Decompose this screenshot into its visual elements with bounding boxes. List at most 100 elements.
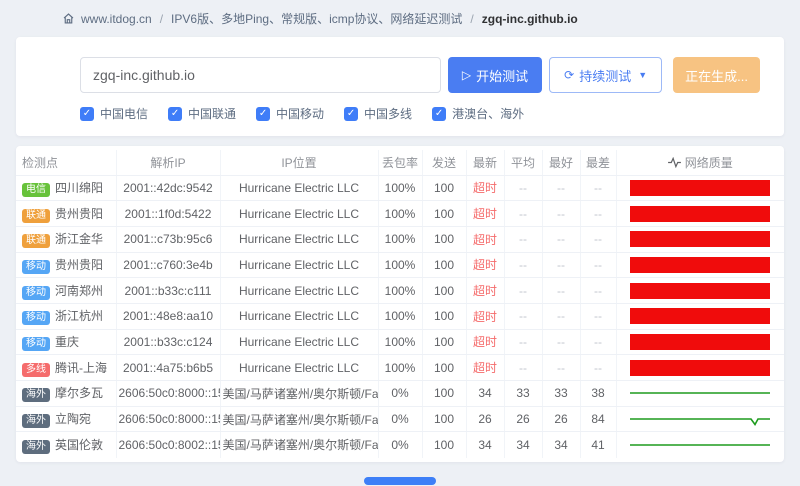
breadcrumb-separator: / <box>160 12 163 26</box>
node-cell: 海外摩尔多瓦 <box>16 381 116 407</box>
node-cell: 多线腾讯-上海 <box>16 355 116 381</box>
carrier-badge: 电信 <box>22 183 50 197</box>
generating-status-label: 正在生成... <box>685 66 748 85</box>
carrier-badge: 海外 <box>22 440 50 454</box>
avg-cell: -- <box>504 329 542 355</box>
carrier-badge: 多线 <box>22 363 50 377</box>
quality-bar-timeout <box>630 231 770 247</box>
sent-cell: 100 <box>422 355 466 381</box>
worst-cell: -- <box>580 175 616 201</box>
start-test-button[interactable]: ▷ 开始测试 <box>448 57 542 93</box>
worst-cell: -- <box>580 329 616 355</box>
carrier-badge: 移动 <box>22 337 50 351</box>
worst-cell: -- <box>580 252 616 278</box>
quality-cell <box>616 252 784 278</box>
node-name: 摩尔多瓦 <box>55 386 103 400</box>
column-header-label: 网络质量 <box>685 154 733 171</box>
best-cell: -- <box>542 252 580 278</box>
checkbox-checked-icon[interactable]: ✓ <box>80 107 94 121</box>
carrier-badge: 移动 <box>22 286 50 300</box>
worst-cell: -- <box>580 278 616 304</box>
best-cell: -- <box>542 329 580 355</box>
carrier-checkbox-item[interactable]: ✓中国联通 <box>168 105 236 122</box>
play-icon: ▷ <box>462 69 471 81</box>
ip-cell: 2001::42dc:9542 <box>116 175 220 201</box>
table-row: 移动浙江杭州2001::48e8:aa10Hurricane Electric … <box>16 303 784 329</box>
worst-cell: 84 <box>580 406 616 432</box>
latest-cell: 超时 <box>466 329 504 355</box>
location-cell: Hurricane Electric LLC <box>220 201 378 227</box>
breadcrumb-separator: / <box>470 12 473 26</box>
location-cell: Hurricane Electric LLC <box>220 175 378 201</box>
ip-cell: 2001::c760:3e4b <box>116 252 220 278</box>
loss-cell: 0% <box>378 432 422 458</box>
ip-cell: 2001::48e8:aa10 <box>116 303 220 329</box>
table-row: 电信四川绵阳2001::42dc:9542Hurricane Electric … <box>16 175 784 201</box>
column-header: 发送 <box>422 150 466 175</box>
node-cell: 移动重庆 <box>16 329 116 355</box>
sent-cell: 100 <box>422 303 466 329</box>
latest-cell: 超时 <box>466 226 504 252</box>
latest-cell: 超时 <box>466 175 504 201</box>
breadcrumb-path[interactable]: IPV6版、多地Ping、常规版、icmp协议、网络延迟测试 <box>171 10 462 27</box>
checkbox-checked-icon[interactable]: ✓ <box>168 107 182 121</box>
location-cell: Hurricane Electric LLC <box>220 278 378 304</box>
checkbox-checked-icon[interactable]: ✓ <box>256 107 270 121</box>
worst-cell: -- <box>580 303 616 329</box>
home-icon <box>62 12 75 25</box>
carrier-checkbox-item[interactable]: ✓ 港澳台、海外 <box>432 105 524 122</box>
column-header: 最好 <box>542 150 580 175</box>
sent-cell: 100 <box>422 201 466 227</box>
node-cell: 电信四川绵阳 <box>16 175 116 201</box>
node-name: 立陶宛 <box>55 412 91 426</box>
best-cell: -- <box>542 355 580 381</box>
carrier-checkbox-item[interactable]: ✓中国多线 <box>344 105 412 122</box>
node-cell: 移动贵州贵阳 <box>16 252 116 278</box>
scrollbar-thumb[interactable] <box>364 477 436 485</box>
location-cell: 美国/马萨诸塞州/奥尔斯顿/Fastly, Inc. <box>220 406 378 432</box>
ip-cell: 2001::1f0d:5422 <box>116 201 220 227</box>
carrier-checkbox-item[interactable]: ✓ 中国电信 <box>80 105 148 122</box>
table-row: 联通贵州贵阳2001::1f0d:5422Hurricane Electric … <box>16 201 784 227</box>
avg-cell: -- <box>504 303 542 329</box>
worst-cell: -- <box>580 201 616 227</box>
breadcrumb-site[interactable]: www.itdog.cn <box>81 12 152 26</box>
ip-cell: 2606:50c0:8000::153 <box>116 406 220 432</box>
column-header: 网络质量 <box>616 150 784 175</box>
carrier-checkbox-label: 中国电信 <box>100 105 148 122</box>
quality-bar-timeout <box>630 360 770 376</box>
carrier-badge: 海外 <box>22 414 50 428</box>
checkbox-checked-icon[interactable]: ✓ <box>432 107 446 121</box>
carrier-checkbox-label: 港澳台、海外 <box>452 105 524 122</box>
location-cell: Hurricane Electric LLC <box>220 226 378 252</box>
latest-cell: 34 <box>466 432 504 458</box>
start-test-label: 开始测试 <box>476 66 528 85</box>
table-row: 移动贵州贵阳2001::c760:3e4bHurricane Electric … <box>16 252 784 278</box>
node-cell: 移动浙江杭州 <box>16 303 116 329</box>
node-cell: 联通浙江金华 <box>16 226 116 252</box>
host-input[interactable] <box>80 57 441 93</box>
results-table-card: 检测点解析IPIP位置丢包率发送最新平均最好最差网络质量 电信四川绵阳2001:… <box>16 146 784 462</box>
avg-cell: -- <box>504 252 542 278</box>
latest-cell: 超时 <box>466 252 504 278</box>
table-row: 海外英国伦敦2606:50c0:8002::153美国/马萨诸塞州/奥尔斯顿/F… <box>16 432 784 458</box>
continuous-test-button[interactable]: ⟳ 持续测试 ▼ <box>549 57 662 93</box>
carrier-checkbox-item[interactable]: ✓ 中国移动 <box>256 105 324 122</box>
location-cell: Hurricane Electric LLC <box>220 355 378 381</box>
best-cell: -- <box>542 303 580 329</box>
sent-cell: 100 <box>422 175 466 201</box>
best-cell: 33 <box>542 381 580 407</box>
loss-cell: 100% <box>378 226 422 252</box>
latest-cell: 26 <box>466 406 504 432</box>
avg-cell: -- <box>504 201 542 227</box>
quality-cell <box>616 278 784 304</box>
location-cell: Hurricane Electric LLC <box>220 252 378 278</box>
location-cell: Hurricane Electric LLC <box>220 329 378 355</box>
carrier-checkbox-label: 中国移动 <box>276 105 324 122</box>
checkbox-checked-icon[interactable]: ✓ <box>344 107 358 121</box>
worst-cell: 41 <box>580 432 616 458</box>
node-cell: 联通贵州贵阳 <box>16 201 116 227</box>
quality-cell <box>616 329 784 355</box>
ip-cell: 2606:50c0:8002::153 <box>116 432 220 458</box>
column-header: 丢包率 <box>378 150 422 175</box>
